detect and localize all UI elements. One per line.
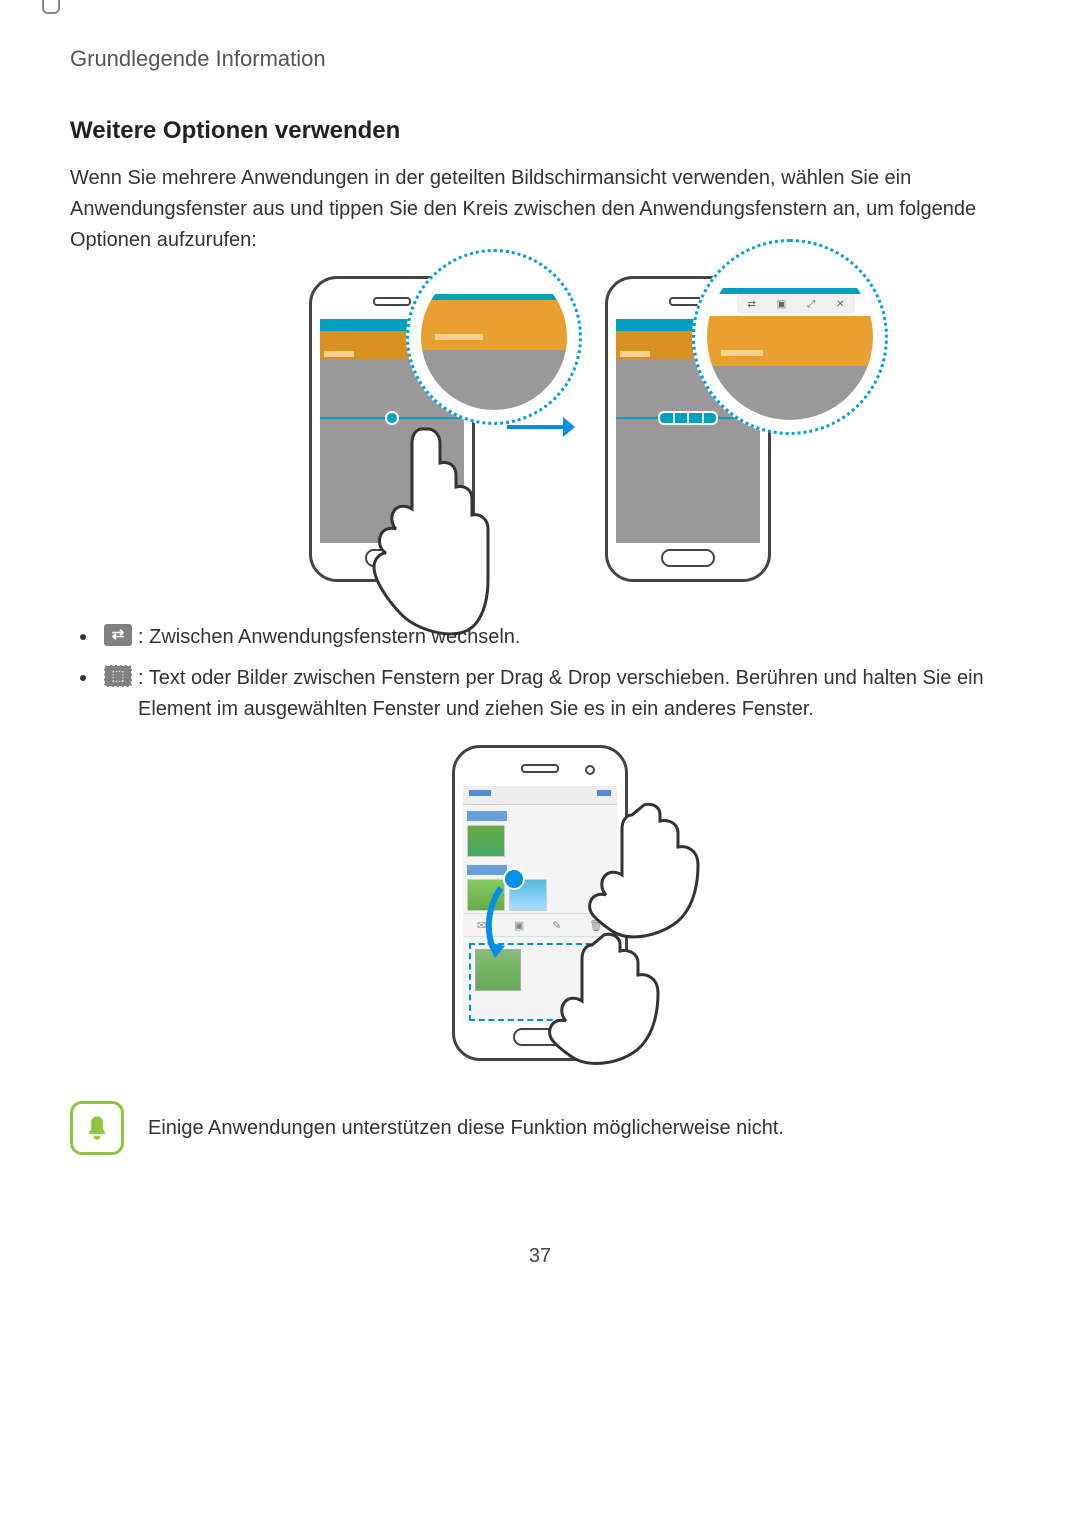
list-item-text: : Zwischen Anwendungsfenstern wechseln.	[138, 622, 1010, 653]
drag-content-icon: ▣	[777, 299, 786, 310]
bullet-icon	[80, 634, 86, 640]
thumbnail	[467, 825, 505, 857]
breadcrumb: Grundlegende Information	[70, 46, 1010, 72]
phone-left	[309, 276, 475, 582]
trash-icon: 🗑	[589, 919, 603, 932]
phone-right: ⇄ ▣ ⤢ ✕	[605, 276, 771, 582]
phone-screen-drag: ✉ ▣ ✎ 🗑	[463, 786, 617, 1022]
app-header-text-stub	[324, 351, 354, 357]
swap-windows-icon	[104, 624, 132, 646]
home-button	[661, 549, 715, 567]
figure-left-wrap	[289, 276, 495, 582]
figure-split-screen: ⇄ ▣ ⤢ ✕	[70, 276, 1010, 582]
list-item: : Text oder Bilder zwischen Fenstern per…	[70, 663, 1010, 725]
gallery-section-label	[467, 811, 507, 821]
figure-right-wrap: ⇄ ▣ ⤢ ✕	[585, 276, 791, 582]
phone-speaker	[373, 297, 411, 306]
list-item-text: : Text oder Bilder zwischen Fenstern per…	[138, 663, 1010, 725]
swap-windows-icon: ⇄	[747, 299, 755, 310]
figure-drag-wrap: ✉ ▣ ✎ 🗑	[452, 745, 628, 1061]
app-header-text-stub	[620, 351, 650, 357]
close-window-icon: ✕	[836, 299, 844, 310]
drag-arrow-icon	[483, 884, 513, 964]
note-text: Einige Anwendungen unterstützen diese Fu…	[148, 1117, 784, 1140]
image-icon: ▣	[514, 919, 524, 932]
drag-content-icon	[104, 665, 132, 687]
hand-tap-icon	[352, 419, 492, 639]
note-bell-icon	[70, 1101, 124, 1155]
callout-zoom-left	[406, 249, 582, 425]
phone-speaker	[521, 764, 559, 773]
phone-drag: ✉ ▣ ✎ 🗑	[452, 745, 628, 1061]
edit-icon: ✎	[552, 919, 561, 932]
page-number: 37	[70, 1245, 1010, 1268]
expand-window-icon: ⤢	[807, 299, 815, 310]
section-heading: Weitere Optionen verwenden	[70, 117, 1010, 145]
figure-drag-drop: ✉ ▣ ✎ 🗑	[70, 745, 1010, 1061]
split-options-row: ⇄ ▣ ⤢ ✕	[737, 294, 855, 314]
thumbnail-row	[463, 823, 617, 859]
gallery-header	[463, 786, 617, 805]
list-item: : Zwischen Anwendungsfenstern wechseln.	[70, 622, 1010, 653]
home-button	[513, 1028, 567, 1046]
phone-camera	[585, 765, 595, 775]
options-list: : Zwischen Anwendungsfenstern wechseln. …	[70, 622, 1010, 725]
callout-zoom-right: ⇄ ▣ ⤢ ✕	[692, 239, 888, 435]
note-block: Einige Anwendungen unterstützen diese Fu…	[70, 1101, 1010, 1155]
gallery-section-label	[467, 865, 507, 875]
bullet-icon	[80, 675, 86, 681]
page-container: Grundlegende Information Weitere Optione…	[0, 0, 1080, 1308]
intro-paragraph: Wenn Sie mehrere Anwendungen in der gete…	[70, 163, 1010, 256]
